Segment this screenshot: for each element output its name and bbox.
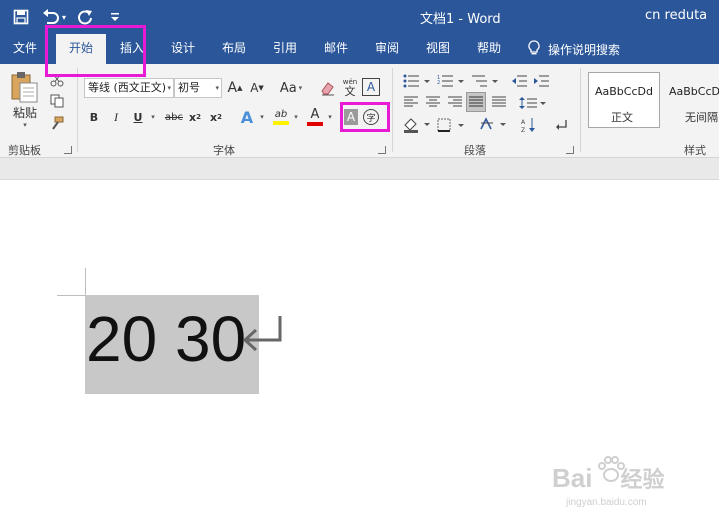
paste-icon[interactable]: [8, 70, 42, 104]
group-divider: [580, 68, 581, 152]
underline-dropdown-icon[interactable]: ▾: [148, 108, 158, 126]
enclose-characters-button[interactable]: 字: [363, 109, 379, 125]
bullets-icon[interactable]: [402, 72, 432, 90]
ribbon-gap: [0, 158, 719, 180]
font-color-dropdown-icon[interactable]: ▾: [325, 108, 335, 126]
font-size-value: 初号: [178, 81, 200, 94]
decrease-indent-icon[interactable]: [510, 72, 528, 90]
tab-insert[interactable]: 插入: [110, 34, 154, 64]
tab-review[interactable]: 审阅: [365, 34, 409, 64]
font-group-label: 字体: [213, 144, 235, 157]
font-size-box[interactable]: 初号 ▾: [174, 78, 222, 98]
ribbon-home: 粘贴 ▾ 剪贴板 等线 (西文正文) ▾ 初号 ▾ A ▲ A ▼ Aa ▾ wén …: [0, 64, 719, 158]
watermark-url: jingyan.baidu.com: [566, 497, 647, 508]
grow-font-button[interactable]: A ▲: [226, 78, 244, 98]
style-name: 正文: [611, 111, 633, 124]
subscript-button[interactable]: x2: [187, 108, 203, 126]
tell-me-label: 操作说明搜索: [548, 42, 621, 57]
paragraph-group-label: 段落: [464, 144, 486, 157]
distributed-icon[interactable]: [490, 94, 508, 110]
style-no-spacing[interactable]: AaBbCcDd 无间隔: [662, 72, 719, 128]
character-shading-button[interactable]: A: [344, 109, 358, 125]
superscript-button[interactable]: x2: [208, 108, 224, 126]
font-name-dropdown-icon[interactable]: ▾: [167, 79, 171, 97]
styles-group-label: 样式: [684, 144, 706, 157]
paste-button[interactable]: 粘贴: [10, 104, 40, 120]
group-divider: [392, 68, 393, 152]
paragraph-launcher-icon[interactable]: [566, 146, 574, 154]
style-normal[interactable]: AaBbCcDd 正文: [588, 72, 660, 128]
copy-icon[interactable]: [48, 93, 66, 109]
chinese-layout-icon[interactable]: [478, 116, 508, 134]
style-sample: AaBbCcDd: [669, 85, 719, 98]
tell-me-search[interactable]: 操作说明搜索: [528, 34, 620, 64]
quick-access-toolbar: ▾: [10, 6, 134, 28]
line-spacing-icon[interactable]: [518, 94, 548, 112]
lightbulb-icon: [528, 39, 540, 59]
bold-button[interactable]: B: [86, 108, 102, 126]
shrink-font-button[interactable]: A ▼: [248, 78, 266, 98]
title-bar: ▾ 文档1 - Word cn reduta: [0, 0, 719, 34]
paragraph-mark-icon: [240, 314, 286, 359]
font-name-value: 等线 (西文正文): [88, 81, 167, 94]
clipboard-group-label: 剪贴板: [8, 144, 41, 157]
tab-references[interactable]: 引用: [263, 34, 307, 64]
sort-icon[interactable]: AZ: [520, 116, 538, 134]
tab-help[interactable]: 帮助: [467, 34, 511, 64]
undo-dropdown-icon[interactable]: ▾: [62, 13, 66, 22]
ribbon-tabs: 文件 开始 插入 设计 布局 引用 邮件 审阅 视图 帮助 操作说明搜索: [0, 34, 719, 64]
font-name-box[interactable]: 等线 (西文正文) ▾: [84, 78, 174, 98]
shading-icon[interactable]: [402, 116, 432, 134]
save-icon[interactable]: [10, 6, 32, 28]
margin-corner-mark: [57, 295, 85, 296]
svg-text:Z: Z: [521, 127, 525, 133]
undo-icon[interactable]: [40, 6, 62, 28]
group-divider: [77, 68, 78, 152]
tab-mailings[interactable]: 邮件: [314, 34, 358, 64]
font-launcher-icon[interactable]: [378, 146, 386, 154]
paste-dropdown-icon[interactable]: ▾: [18, 120, 32, 130]
svg-text:2: 2: [437, 80, 440, 86]
increase-indent-icon[interactable]: [532, 72, 550, 90]
strikethrough-button[interactable]: abc: [163, 108, 185, 126]
tab-layout[interactable]: 布局: [212, 34, 256, 64]
customize-icon[interactable]: [104, 6, 126, 28]
multilevel-list-icon[interactable]: [470, 72, 500, 90]
underline-button[interactable]: U: [130, 108, 146, 126]
format-painter-icon[interactable]: [48, 115, 66, 131]
redo-icon[interactable]: [74, 6, 96, 28]
style-sample: AaBbCcDd: [595, 85, 653, 98]
clipboard-launcher-icon[interactable]: [64, 146, 72, 154]
change-case-button[interactable]: Aa ▾: [274, 78, 308, 98]
justify-icon[interactable]: [466, 92, 486, 112]
paw-logo-icon: [596, 455, 626, 488]
tab-file[interactable]: 文件: [3, 34, 47, 64]
tab-home[interactable]: 开始: [56, 34, 106, 64]
window-title: 文档1 - Word: [420, 12, 501, 27]
numbering-icon[interactable]: 12: [436, 72, 466, 90]
user-name[interactable]: cn reduta: [645, 8, 707, 23]
character-border-button[interactable]: A: [362, 78, 380, 96]
highlight-dropdown-icon[interactable]: ▾: [291, 108, 301, 126]
margin-corner-mark: [85, 268, 86, 296]
clear-formatting-icon[interactable]: [318, 78, 338, 98]
italic-button[interactable]: I: [108, 108, 124, 126]
borders-icon[interactable]: [436, 116, 466, 134]
cut-icon[interactable]: [48, 72, 66, 88]
align-left-icon[interactable]: [402, 94, 420, 110]
text-effects-button[interactable]: A: [238, 106, 256, 128]
svg-text:A: A: [521, 119, 526, 126]
font-color-button[interactable]: A: [306, 106, 324, 128]
align-right-icon[interactable]: [446, 94, 464, 110]
highlight-button[interactable]: ab: [272, 106, 290, 128]
style-name: 无间隔: [685, 111, 718, 124]
show-marks-icon[interactable]: [552, 116, 570, 134]
tab-design[interactable]: 设计: [161, 34, 205, 64]
phonetic-guide-button[interactable]: wén 文: [340, 76, 360, 100]
align-center-icon[interactable]: [424, 94, 442, 110]
font-size-dropdown-icon[interactable]: ▾: [215, 79, 219, 97]
text-effects-dropdown-icon[interactable]: ▾: [257, 108, 267, 126]
document-text[interactable]: 20 30: [86, 307, 246, 371]
tab-view[interactable]: 视图: [416, 34, 460, 64]
